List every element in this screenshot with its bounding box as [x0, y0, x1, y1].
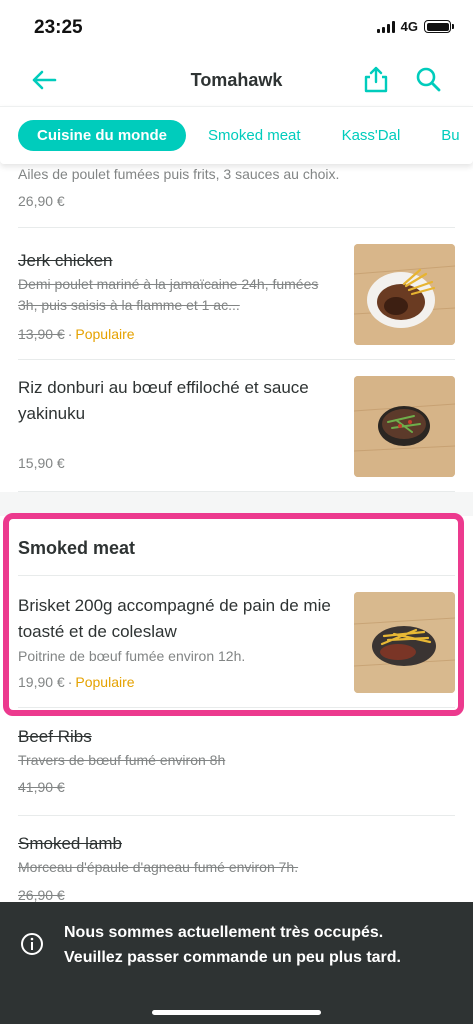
section-header: Smoked meat [18, 516, 455, 576]
item-description: Demi poulet mariné à la jamaïcaine 24h, … [18, 276, 319, 313]
item-meta: 19,90 € · Populaire [18, 674, 135, 690]
banner-line-1: Nous sommes actuellement très occupés. [64, 924, 384, 941]
status-bar: 23:25 4G [0, 0, 473, 52]
top-bar: Tomahawk [0, 52, 473, 108]
item-price: 41,90 € [18, 779, 65, 795]
item-description: Ailes de poulet fumées puis frits, 3 sau… [18, 166, 340, 182]
item-price: 13,90 € [18, 326, 65, 342]
dish-photo [354, 592, 455, 693]
menu-item[interactable]: Riz donburi au bœuf effiloché et sauce y… [18, 360, 455, 492]
section-title: Smoked meat [18, 538, 136, 558]
share-icon[interactable] [363, 65, 389, 93]
item-price: 19,90 € [18, 674, 65, 690]
item-meta: 13,90 € · Populaire [18, 326, 135, 342]
item-description: Poitrine de bœuf fumée environ 12h. [18, 648, 246, 664]
menu-list: Ailes de poulet fumées puis frits, 3 sau… [0, 164, 473, 924]
dish-photo [354, 376, 455, 477]
status-time: 23:25 [34, 17, 83, 38]
menu-item[interactable]: Brisket 200g accompagné de pain de mie t… [18, 576, 455, 708]
page-title: Tomahawk [190, 70, 283, 90]
item-price: 15,90 € [18, 455, 65, 471]
menu-item[interactable]: Beef Ribs Travers de bœuf fumé environ 8… [18, 708, 455, 816]
info-icon [21, 933, 43, 955]
battery-icon [424, 20, 454, 33]
menu-item[interactable]: Jerk chicken Demi poulet mariné à la jam… [18, 228, 455, 360]
item-price: 26,90 € [18, 193, 65, 209]
signal-icon [376, 20, 395, 33]
item-name: Brisket 200g accompagné de pain de mie t… [18, 596, 331, 641]
banner-line-2: Veuillez passer commande un peu plus tar… [64, 949, 401, 966]
item-name: Smoked lamb [18, 834, 122, 853]
menu-item[interactable]: Ailes de poulet fumées puis frits, 3 sau… [18, 164, 455, 228]
tab-cuisine-du-monde[interactable]: Cuisine du monde [18, 120, 187, 151]
tab-smoked-meat[interactable]: Smoked meat [189, 120, 320, 151]
item-description: Travers de bœuf fumé environ 8h [18, 752, 226, 768]
banner-message: Nous sommes actuellement très occupés. V… [64, 920, 459, 970]
home-indicator[interactable] [152, 1010, 321, 1015]
popular-badge: Populaire [75, 326, 135, 342]
busy-banner: Nous sommes actuellement très occupés. V… [0, 902, 473, 1024]
item-name: Riz donburi au bœuf effiloché et sauce y… [18, 378, 309, 423]
popular-badge: Populaire [75, 674, 135, 690]
tab-kass-dal[interactable]: Kass'Dal [323, 120, 420, 151]
status-indicators: 4G [376, 19, 454, 34]
item-name: Jerk chicken [18, 251, 113, 270]
search-icon[interactable] [415, 66, 441, 92]
tab-bu[interactable]: Bu [422, 120, 473, 151]
item-name: Beef Ribs [18, 727, 92, 746]
section-separator [0, 492, 473, 516]
dish-photo [354, 244, 455, 345]
network-label: 4G [400, 19, 418, 34]
category-tabs: Cuisine du monde Smoked meat Kass'Dal Bu [0, 106, 473, 164]
item-description: Morceau d'épaule d'agneau fumé environ 7… [18, 859, 299, 875]
